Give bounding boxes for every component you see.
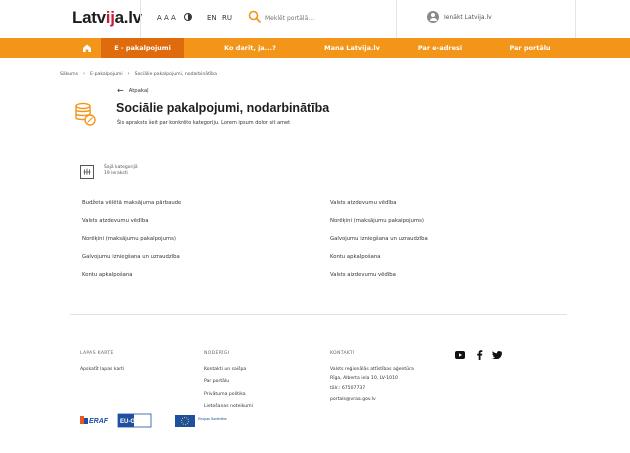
page-subtitle: Šis apraksts šeit par konkrēto kategorij… — [117, 120, 291, 126]
service-link[interactable]: Norēķini (maksājumu pakalpojums) — [82, 236, 176, 242]
contact-line: Rīga, Alberta iela 10, LV-1010 — [330, 376, 398, 381]
contrast-icon[interactable] — [184, 13, 192, 21]
font-size-toggle[interactable]: A A A — [157, 14, 176, 22]
youtube-icon[interactable] — [455, 351, 465, 359]
footer-heading: NODERĪGI — [204, 351, 230, 356]
nav-item-e-address[interactable]: Par e-adresi — [405, 38, 475, 58]
footer-link[interactable]: Kontakti un saišpa — [204, 367, 246, 372]
footer-heading: KONTAKTI — [330, 351, 355, 356]
back-label: Atpakaļ — [128, 88, 149, 94]
page-title: Sociālie pakalpojumi, nodarbinātība — [116, 101, 330, 115]
nav-item-about[interactable]: Par portālu — [495, 38, 565, 58]
service-link[interactable]: Valsts atzdevumu vēdība — [330, 200, 396, 206]
service-link[interactable]: Valsts aizdevumu vēdība — [330, 272, 396, 278]
breadcrumb: Sākums › E-pakalpojumi › Sociālie pakalp… — [60, 71, 217, 77]
back-link[interactable]: ← Atpakaļ — [117, 86, 149, 95]
count-label: Šajā kategorijā — [104, 165, 138, 170]
main-nav: E - pakalpojumi Ko darīt, ja...? Mana La… — [0, 38, 630, 58]
chevron-right-icon: › — [127, 71, 130, 77]
footer-heading: LAPAS KARTE — [80, 351, 114, 356]
service-link[interactable]: Galvojumu izniegšana un uzraudzība — [330, 236, 428, 242]
breadcrumb-item[interactable]: E-pakalpojumi — [90, 72, 123, 77]
nav-item-e-services[interactable]: E - pakalpojumi — [101, 38, 184, 58]
login-label: Ienākt Latvija.lv — [444, 13, 492, 21]
search-input[interactable] — [265, 13, 385, 24]
home-icon[interactable] — [77, 38, 97, 58]
search-icon[interactable] — [248, 10, 262, 24]
footer-link[interactable]: Par portālu — [204, 379, 229, 384]
footer-divider — [70, 314, 567, 315]
contact-email[interactable]: portals@vraa.gov.lv — [330, 397, 376, 402]
contact-line: tālr.: 67507737 — [330, 386, 366, 391]
login-button[interactable]: Ienākt Latvija.lv — [427, 11, 492, 23]
eu-funding-logos: ERAF EU-G Eiropas Savienība — [80, 412, 270, 432]
eraf-logo: ERAF — [89, 418, 109, 425]
arrow-left-icon: ← — [117, 86, 124, 95]
service-link[interactable]: Kontu apkalpošana — [330, 254, 380, 260]
breadcrumb-item: Sociālie pakalpojumi, nodarbinātība — [134, 71, 217, 77]
user-icon — [427, 11, 439, 23]
service-link[interactable]: Galvojumu izniegšana un uzraudzība — [82, 254, 180, 260]
header-divider — [396, 0, 397, 38]
header-divider — [575, 0, 576, 38]
count-value: 19 ieraksti — [104, 171, 128, 176]
twitter-icon[interactable] — [492, 351, 502, 359]
list-count-icon — [80, 165, 94, 179]
nav-item-what-to-do[interactable]: Ko darīt, ja...? — [210, 38, 290, 58]
contact-line: Valsts reģionālās attīstības aģentūra — [330, 367, 414, 372]
eu-logo-3: Eiropas Savienība — [198, 417, 226, 421]
facebook-icon[interactable] — [476, 350, 483, 360]
lang-ru[interactable]: RU — [222, 14, 232, 22]
site-logo[interactable]: Latvija.lv — [72, 8, 142, 28]
footer-link[interactable]: Apskatīt lapas karti — [80, 367, 124, 372]
eu-logo-2: EU-G — [120, 419, 135, 425]
header-divider — [140, 0, 141, 38]
category-icon — [75, 102, 96, 126]
eu-logos-graphic: ERAF EU-G Eiropas Savienība — [80, 413, 226, 428]
service-link[interactable]: Budžeta vēlētā maksājuma pārbaude — [82, 200, 181, 206]
service-link[interactable]: Norēķini (maksājumu pakalpojums) — [330, 218, 424, 224]
breadcrumb-item[interactable]: Sākums — [60, 72, 78, 77]
site-header: Latvija.lv A A A EN RU Ienākt Latvija.lv — [0, 0, 630, 38]
nav-item-my-latvija[interactable]: Mana Latvija.lv — [312, 38, 392, 58]
footer-link[interactable]: Privātuma politika — [204, 392, 246, 397]
service-link[interactable]: Kontu apkalpošana — [82, 272, 132, 278]
lang-en[interactable]: EN — [207, 14, 217, 22]
chevron-right-icon: › — [83, 71, 86, 77]
footer-link[interactable]: Lietošanas noteikumi — [204, 404, 253, 409]
service-link[interactable]: Valsts atzdevumu vēdība — [82, 218, 148, 224]
